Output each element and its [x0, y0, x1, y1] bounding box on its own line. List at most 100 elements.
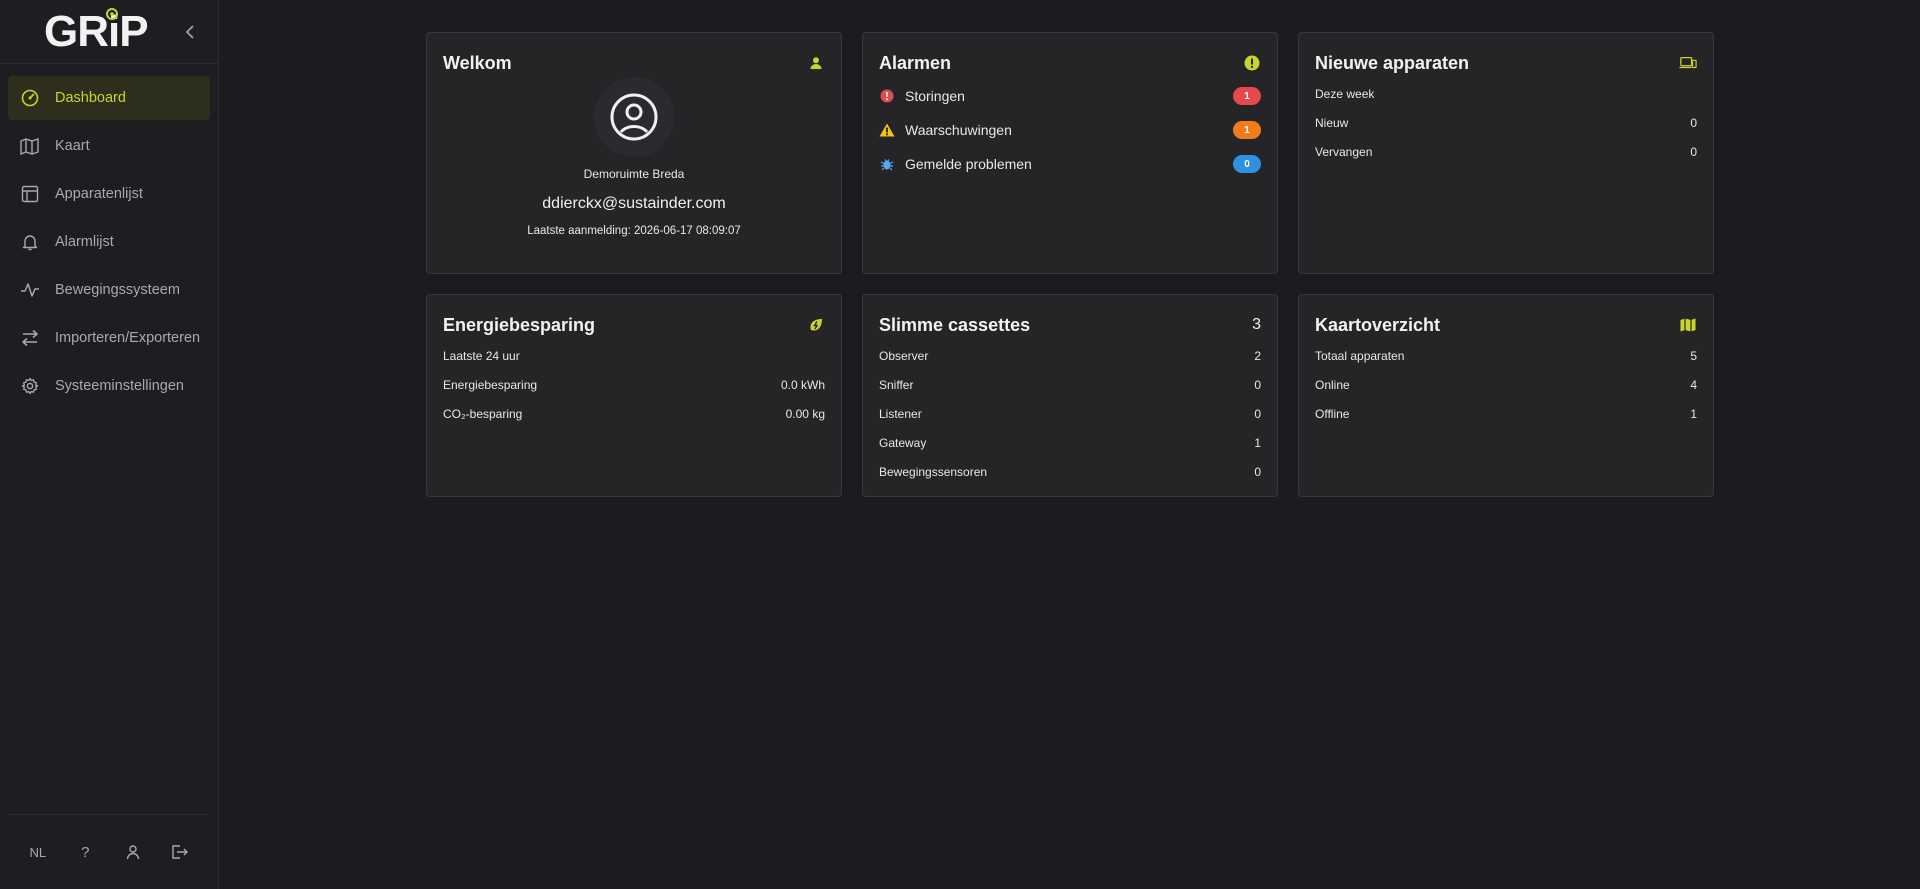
language-button[interactable]: NL: [23, 837, 53, 867]
bug-icon: [879, 156, 895, 172]
sidebar-item-label: Dashboard: [55, 90, 126, 106]
stat-label: Gateway: [879, 435, 927, 450]
stat-row: Nieuw 0: [1315, 108, 1697, 137]
error-icon: [879, 88, 895, 104]
chevron-left-icon: [185, 24, 194, 39]
stat-label: Nieuw: [1315, 115, 1349, 130]
sidebar-item-systeeminstellingen[interactable]: Systeeminstellingen: [8, 364, 210, 408]
alarms-title: Alarmen: [879, 52, 952, 73]
gear-icon: [20, 376, 40, 396]
sidebar-item-apparatenlijst[interactable]: Apparatenlijst: [8, 172, 210, 216]
energy-leaf-icon: [807, 316, 825, 334]
stat-row: Offline 1: [1315, 399, 1697, 428]
sidebar-footer: NL ?: [8, 814, 210, 889]
stat-label: Bewegingssensoren: [879, 464, 988, 479]
avatar: [594, 77, 674, 157]
stat-row: Listener 0: [879, 399, 1261, 428]
swap-arrows-icon: [20, 328, 40, 348]
stat-label: Sniffer: [879, 377, 914, 392]
sidebar-item-alarmlijst[interactable]: Alarmlijst: [8, 220, 210, 264]
stat-label: Listener: [879, 406, 922, 421]
profile-button[interactable]: [118, 837, 148, 867]
stat-value: 4: [1690, 377, 1697, 392]
alarms-card: Alarmen Storingen 1 Waarschuwingen 1 Gem…: [862, 32, 1278, 274]
sidebar-item-bewegingssysteem[interactable]: Bewegingssysteem: [8, 268, 210, 312]
stat-row: Bewegingssensoren 0: [879, 457, 1261, 486]
alarm-label: Storingen: [905, 88, 965, 104]
collapse-sidebar-button[interactable]: [180, 22, 200, 42]
stat-row: Sniffer 0: [879, 370, 1261, 399]
user-icon: [807, 54, 825, 72]
stat-value: 0: [1254, 406, 1261, 421]
last-login: Laatste aanmelding: 2026-06-17 08:09:07: [527, 225, 741, 237]
map-icon: [1679, 316, 1697, 334]
alarm-label: Waarschuwingen: [905, 122, 1012, 138]
alarm-count-badge: 1: [1233, 121, 1261, 139]
cassettes-total: 3: [1252, 316, 1261, 333]
alarm-row-waarschuwingen[interactable]: Waarschuwingen 1: [879, 113, 1261, 147]
stat-value: 1: [1690, 406, 1697, 421]
welcome-title: Welkom: [443, 52, 512, 73]
stat-value: 0: [1690, 115, 1697, 130]
stat-label: Observer: [879, 348, 929, 363]
stat-value: 0.0 kWh: [780, 377, 825, 392]
organization-name: Demoruimte Breda: [583, 167, 685, 181]
sidebar-item-importeren-exporteren[interactable]: Importeren/Exporteren: [8, 316, 210, 360]
stat-row: Vervangen 0: [1315, 137, 1697, 166]
sidebar-item-dashboard[interactable]: Dashboard: [8, 76, 210, 120]
sidebar-item-label: Importeren/Exporteren: [55, 330, 201, 346]
stat-value: 1: [1254, 435, 1261, 450]
stat-row: Energiebesparing 0.0 kWh: [443, 370, 825, 399]
map-icon: [20, 136, 40, 156]
logo-mark-icon: [106, 7, 118, 20]
devices-icon: [1679, 54, 1697, 72]
stat-label: Energiebesparing: [443, 377, 538, 392]
help-button[interactable]: ?: [70, 837, 100, 867]
welcome-card: Welkom Demoruimte Breda ddierckx@sustain…: [426, 32, 842, 274]
sidebar-item-label: Apparatenlijst: [55, 186, 143, 202]
alarm-label: Gemelde problemen: [905, 156, 1032, 172]
stat-label: CO₂-besparing: [443, 406, 523, 421]
sidebar-item-label: Alarmlijst: [55, 234, 114, 250]
stat-row: Gateway 1: [879, 428, 1261, 457]
cassettes-card: Slimme cassettes 3 Observer 2 Sniffer 0 …: [862, 294, 1278, 497]
alarm-count-badge: 0: [1233, 155, 1261, 173]
stat-label: Online: [1315, 377, 1350, 392]
stat-row: Totaal apparaten 5: [1315, 341, 1697, 370]
alarm-row-gemelde-problemen[interactable]: Gemelde problemen 0: [879, 147, 1261, 181]
period-label: Laatste 24 uur: [443, 348, 520, 363]
sidebar-item-label: Bewegingssysteem: [55, 282, 180, 298]
stat-label: Totaal apparaten: [1315, 348, 1405, 363]
bell-icon: [20, 232, 40, 252]
period-label: Deze week: [1315, 86, 1375, 101]
alarm-count-badge: 1: [1233, 87, 1261, 105]
alert-circle-icon: [1243, 54, 1261, 72]
logout-button[interactable]: [165, 837, 195, 867]
sidebar-item-kaart[interactable]: Kaart: [8, 124, 210, 168]
stat-label: Vervangen: [1315, 144, 1373, 159]
sidebar-item-label: Kaart: [55, 138, 90, 154]
user-circle-icon: [610, 93, 658, 141]
main-nav: Dashboard Kaart Apparatenlijst Alarmlijs…: [0, 64, 218, 408]
stat-value: 5: [1690, 348, 1697, 363]
dashboard-icon: [20, 88, 40, 108]
user-email: ddierckx@sustainder.com: [542, 195, 726, 212]
stat-value: 2: [1254, 348, 1261, 363]
stat-value: 0.00 kg: [785, 406, 825, 421]
stat-value: 0: [1254, 377, 1261, 392]
help-icon: ?: [81, 843, 90, 861]
app-logo[interactable]: GRiP: [44, 7, 149, 54]
stat-row: CO₂-besparing 0.00 kg: [443, 399, 825, 428]
sidebar: GRiP Dashboard Kaart Apparatenlijst Alar…: [0, 0, 219, 889]
map-overview-title: Kaartoverzicht: [1315, 314, 1441, 335]
cassettes-title: Slimme cassettes: [879, 314, 1031, 335]
logo-row: GRiP: [0, 0, 218, 64]
table-icon: [20, 184, 40, 204]
new-devices-title: Nieuwe apparaten: [1315, 52, 1470, 73]
welcome-body: Demoruimte Breda ddierckx@sustainder.com…: [443, 77, 825, 237]
map-overview-card: Kaartoverzicht Totaal apparaten 5 Online…: [1298, 294, 1714, 497]
activity-icon: [20, 280, 40, 300]
alarm-row-storingen[interactable]: Storingen 1: [879, 79, 1261, 113]
energy-title: Energiebesparing: [443, 314, 596, 335]
stat-row: Online 4: [1315, 370, 1697, 399]
